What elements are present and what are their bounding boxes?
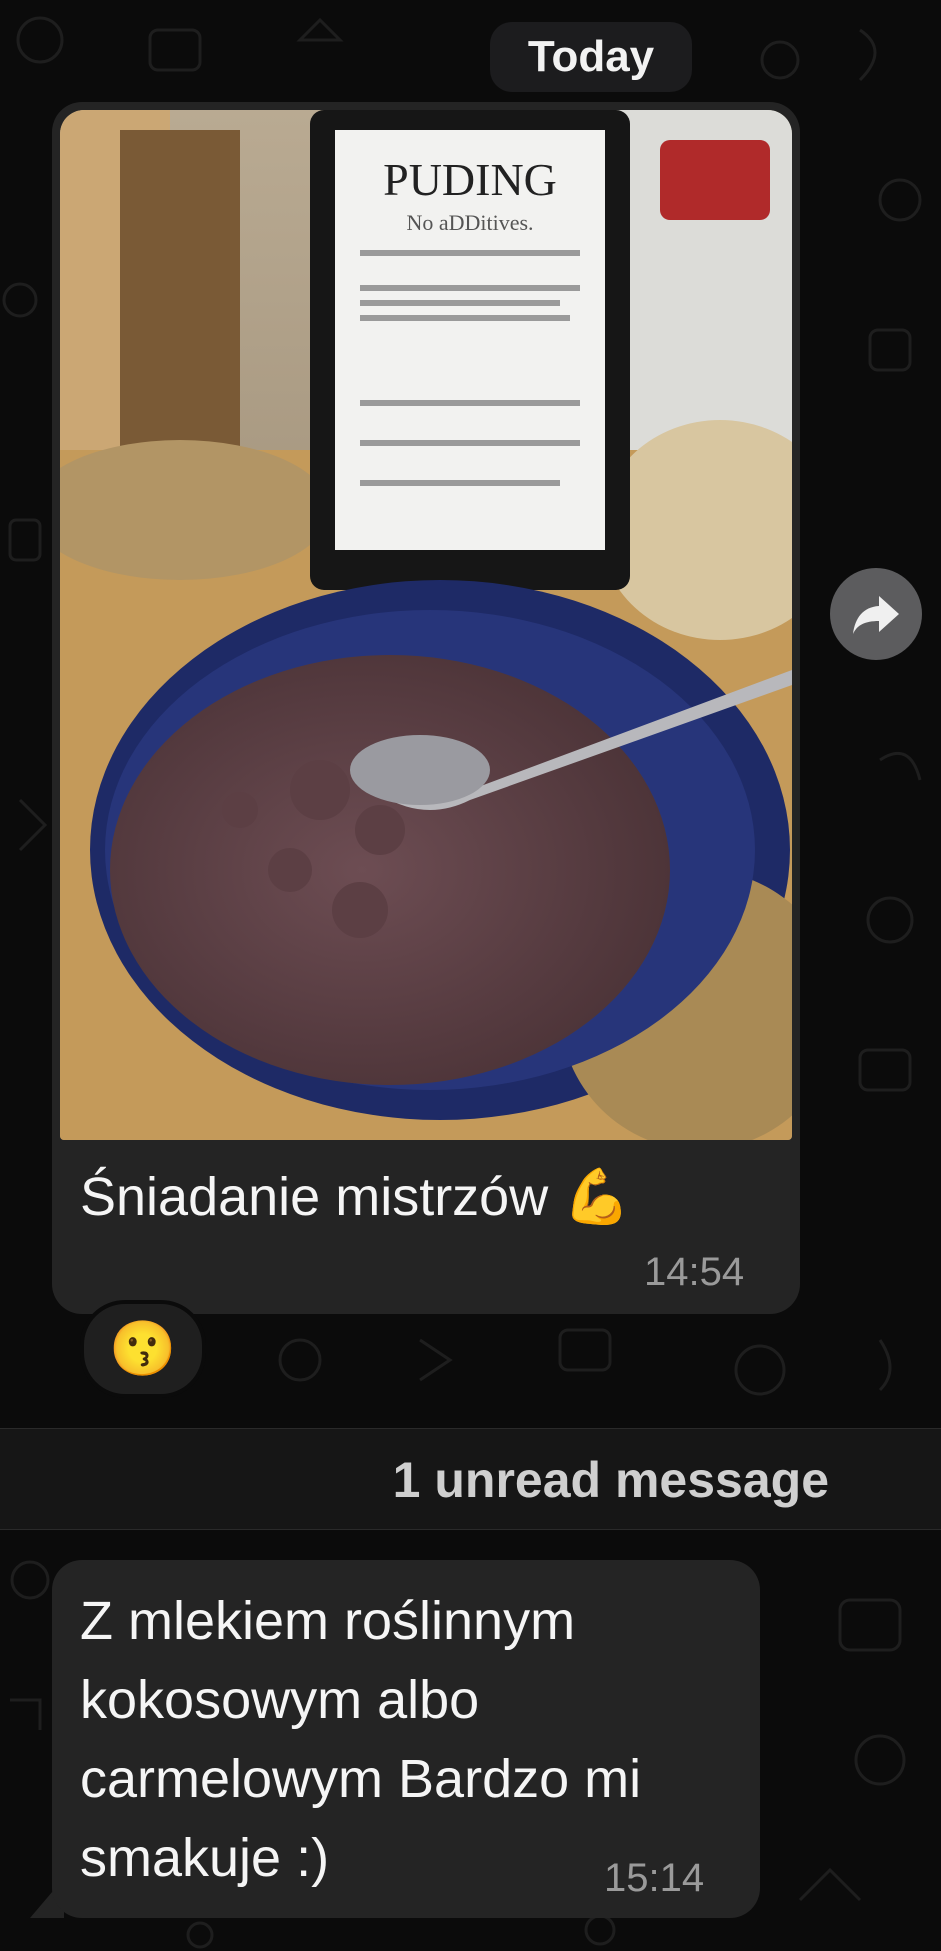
product-sublabel: No aDDitives.	[406, 210, 533, 235]
message-reaction[interactable]: 😗	[80, 1300, 206, 1398]
text-message-bubble[interactable]: Z mlekiem roślinnym kokosowym albo carme…	[52, 1560, 760, 1918]
message-text: Z mlekiem roślinnym kokosowym albo carme…	[80, 1582, 730, 1898]
message-line: kokosowym albo	[80, 1670, 480, 1730]
share-arrow-icon	[853, 596, 899, 634]
message-line: carmelowym Bardzo mi	[80, 1749, 642, 1809]
message-line: Z mlekiem roślinnym	[80, 1591, 576, 1651]
photo-message-bubble[interactable]: PUDING No aDDitives. Śniadanie mistrzów …	[52, 102, 800, 1314]
photo-illustration: PUDING No aDDitives.	[60, 110, 792, 1140]
unread-label: 1 unread message	[392, 1452, 829, 1508]
date-separator: Today	[490, 22, 692, 92]
message-time: 15:14	[604, 1856, 705, 1900]
forward-button[interactable]	[830, 568, 922, 660]
message-photo[interactable]: PUDING No aDDitives.	[60, 110, 792, 1140]
product-label: PUDING	[383, 154, 557, 205]
photo-caption: Śniadanie mistrzów 💪	[80, 1167, 631, 1227]
message-time: 14:54	[644, 1250, 745, 1294]
unread-divider: 1 unread message	[0, 1428, 941, 1530]
